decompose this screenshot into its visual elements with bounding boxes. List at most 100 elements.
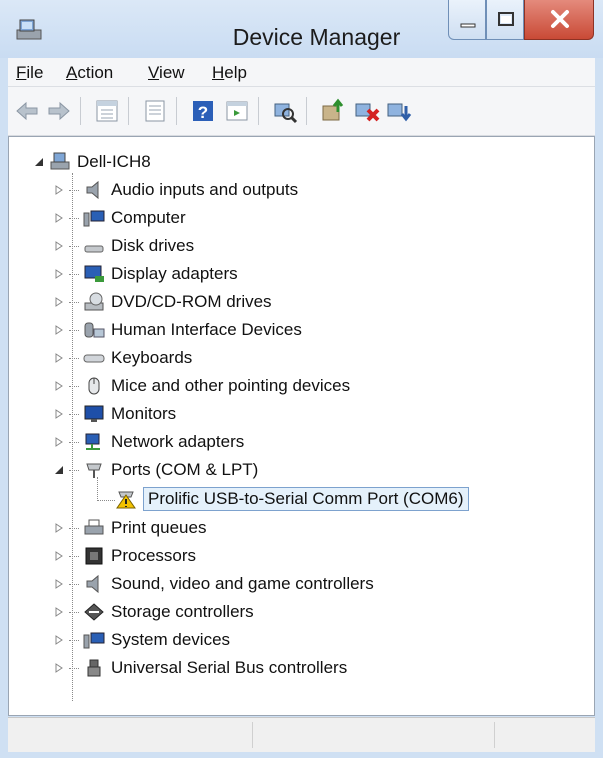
system-icon (83, 632, 105, 649)
menu-bar: File Action View Help (8, 58, 595, 87)
tree-node-network[interactable]: Network adapters (53, 429, 244, 455)
tree-node-print-queues[interactable]: Print queues (53, 515, 206, 541)
menu-action[interactable]: Action (66, 63, 113, 83)
collapse-arrow-icon[interactable] (53, 464, 65, 476)
tree-node-label: Keyboards (111, 348, 193, 367)
properties-grid-icon[interactable] (92, 96, 122, 126)
expand-arrow-icon[interactable] (53, 436, 65, 448)
tree-node-ports[interactable]: Ports (COM & LPT) (53, 457, 258, 483)
tree-node-label: Print queues (111, 518, 207, 537)
uninstall-icon[interactable] (352, 96, 382, 126)
toolbar-separator (258, 97, 259, 125)
disk-drive-icon (84, 245, 104, 253)
tree-node-hid[interactable]: Human Interface Devices (53, 317, 302, 343)
collapse-arrow-icon[interactable] (33, 156, 45, 168)
expand-arrow-icon[interactable] (53, 324, 65, 336)
tree-node-label: Disk drives (111, 236, 195, 255)
expand-arrow-icon[interactable] (53, 184, 65, 196)
expand-arrow-icon[interactable] (53, 522, 65, 534)
menu-file[interactable]: File (16, 63, 43, 83)
sound-icon (86, 574, 99, 594)
tree-node-label: Mice and other pointing devices (111, 376, 351, 395)
usb-icon (87, 659, 101, 677)
device-manager-window: Device Manager File Action View Help ? D… (0, 0, 603, 758)
storage-icon (84, 603, 104, 621)
toolbar-separator (128, 97, 129, 125)
status-divider (252, 722, 254, 748)
expand-arrow-icon[interactable] (53, 296, 65, 308)
tree-node-computer[interactable]: Computer (53, 205, 186, 231)
tree-node-audio[interactable]: Audio inputs and outputs (53, 177, 298, 203)
tree-node-label: Network adapters (111, 432, 245, 451)
expand-arrow-icon[interactable] (53, 380, 65, 392)
expand-arrow-icon[interactable] (53, 212, 65, 224)
tree-node-label: Display adapters (111, 264, 238, 283)
tree-node-display[interactable]: Display adapters (53, 261, 238, 287)
expand-arrow-icon[interactable] (53, 662, 65, 674)
svg-text:?: ? (198, 103, 208, 122)
title-bar[interactable]: Device Manager (0, 0, 603, 58)
minimize-button[interactable] (448, 0, 486, 40)
computer-root-icon (50, 152, 70, 170)
status-bar (8, 717, 595, 752)
hid-icon (84, 322, 105, 338)
menu-help[interactable]: Help (212, 63, 247, 83)
help-icon[interactable]: ? (188, 96, 218, 126)
action-view-icon[interactable] (222, 96, 252, 126)
tree-node-prolific-port[interactable]: Prolific USB-to-Serial Comm Port (COM6) (115, 486, 469, 512)
close-icon (551, 10, 569, 28)
processor-icon (85, 547, 103, 565)
tree-root[interactable]: Dell-ICH8 (33, 149, 151, 175)
tree-node-label: Monitors (111, 404, 177, 423)
forward-icon[interactable] (44, 96, 74, 126)
show-hide-icon[interactable] (140, 96, 170, 126)
expand-arrow-icon[interactable] (53, 240, 65, 252)
expand-arrow-icon[interactable] (53, 634, 65, 646)
tree-node-storage[interactable]: Storage controllers (53, 599, 254, 625)
toolbar: ? (8, 87, 595, 136)
expand-arrow-icon[interactable] (53, 606, 65, 618)
maximize-button[interactable] (486, 0, 524, 40)
tree-node-label: DVD/CD-ROM drives (111, 292, 272, 311)
menu-view[interactable]: View (148, 63, 185, 83)
dvd-drive-icon (84, 292, 104, 311)
tree-connector-line (97, 500, 115, 501)
tree-node-usb[interactable]: Universal Serial Bus controllers (53, 655, 347, 681)
monitor-icon (84, 405, 104, 422)
device-tree[interactable]: Dell-ICH8 Audio inputs and outputs Compu… (8, 136, 595, 716)
update-driver-icon[interactable] (318, 96, 348, 126)
tree-node-system[interactable]: System devices (53, 627, 230, 653)
display-adapter-icon (84, 265, 104, 282)
tree-node-monitors[interactable]: Monitors (53, 401, 176, 427)
tree-root-label: Dell-ICH8 (77, 152, 151, 171)
speaker-icon (86, 180, 99, 200)
expand-arrow-icon[interactable] (53, 408, 65, 420)
scan-hardware-icon[interactable] (270, 96, 300, 126)
minimize-icon (460, 23, 476, 28)
rollback-icon[interactable] (384, 96, 414, 126)
toolbar-separator (176, 97, 177, 125)
maximize-icon (498, 12, 514, 26)
expand-arrow-icon[interactable] (53, 578, 65, 590)
tree-node-label: Universal Serial Bus controllers (111, 658, 348, 677)
toolbar-separator (306, 97, 307, 125)
tree-node-label: Sound, video and game controllers (111, 574, 374, 593)
expand-arrow-icon[interactable] (53, 550, 65, 562)
tree-node-label: Ports (COM & LPT) (111, 460, 259, 479)
tree-node-processors[interactable]: Processors (53, 543, 196, 569)
printer-icon (84, 519, 104, 535)
tree-node-mice[interactable]: Mice and other pointing devices (53, 373, 350, 399)
close-button[interactable] (524, 0, 594, 40)
toolbar-separator (80, 97, 81, 125)
warning-port-icon (116, 491, 136, 509)
expand-arrow-icon[interactable] (53, 352, 65, 364)
network-icon (85, 433, 100, 450)
back-icon[interactable] (12, 96, 42, 126)
keyboard-icon (83, 354, 105, 363)
tree-node-dvd[interactable]: DVD/CD-ROM drives (53, 289, 272, 315)
expand-arrow-icon[interactable] (53, 268, 65, 280)
tree-node-keyboards[interactable]: Keyboards (53, 345, 192, 371)
tree-node-label: Audio inputs and outputs (111, 180, 299, 199)
tree-node-sound[interactable]: Sound, video and game controllers (53, 571, 374, 597)
tree-node-disk-drives[interactable]: Disk drives (53, 233, 194, 259)
